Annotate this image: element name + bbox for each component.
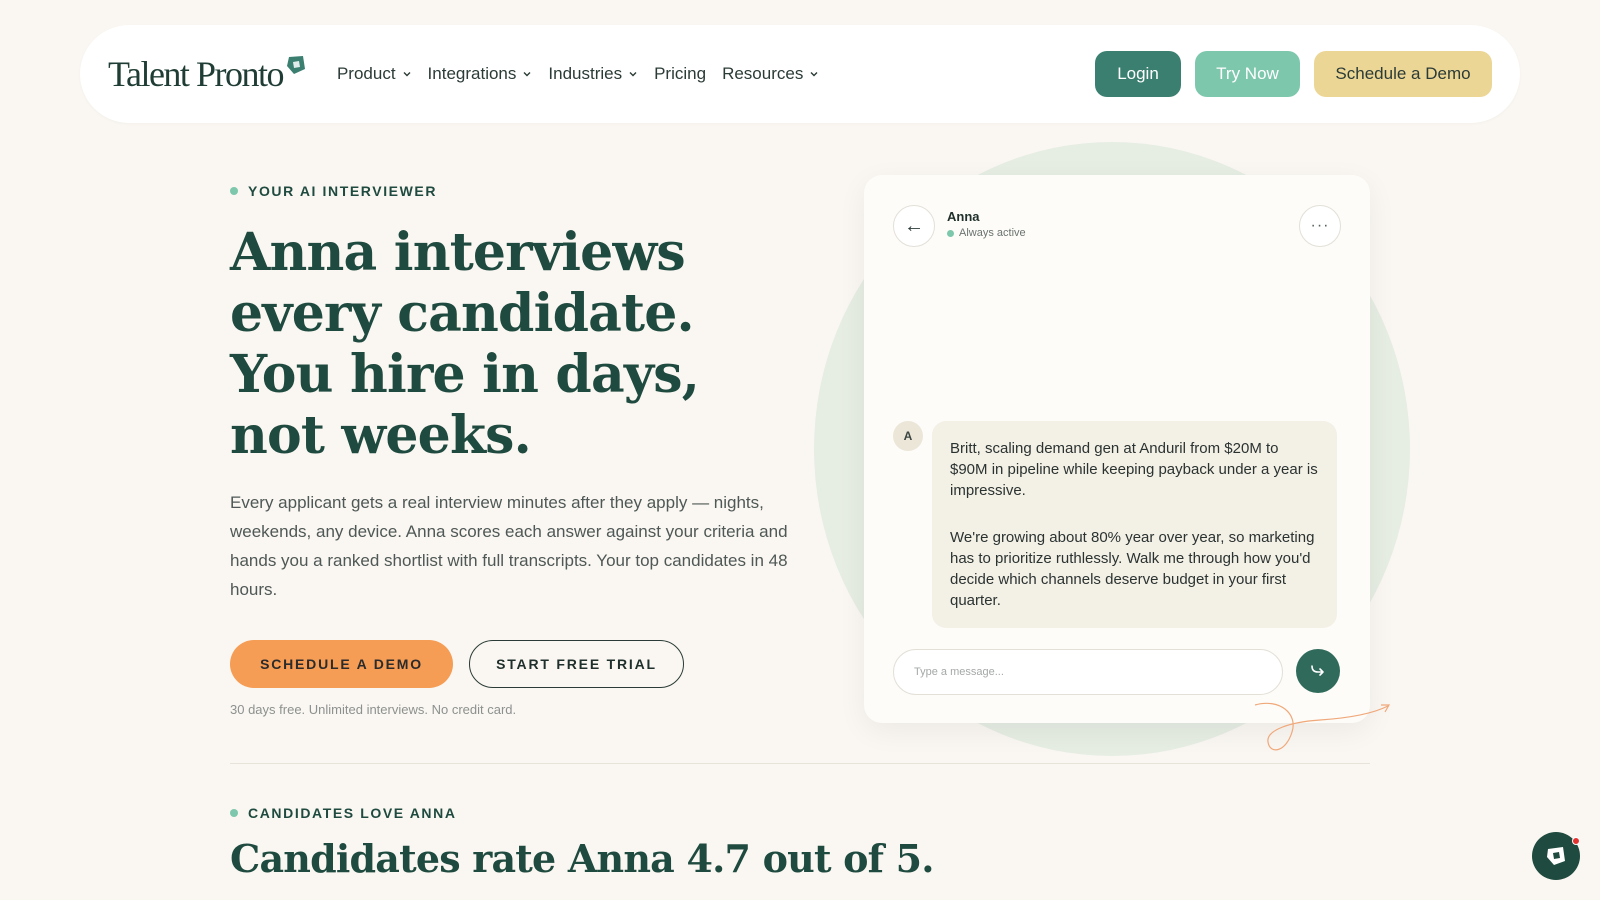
- menu-item-resources[interactable]: Resources: [722, 64, 819, 84]
- chat-launcher-icon: [1547, 847, 1565, 865]
- eyebrow-dot: [230, 809, 238, 817]
- menu-item-integrations[interactable]: Integrations: [428, 64, 533, 84]
- message-input[interactable]: [893, 649, 1283, 695]
- chevron-down-icon: [810, 72, 818, 77]
- arrow-left-icon[interactable]: ←: [893, 205, 935, 247]
- chat-message-bubble: Britt, scaling demand gen at Anduril fro…: [932, 421, 1337, 628]
- nav-actions: Login Try Now Schedule a Demo: [1095, 51, 1492, 97]
- chevron-down-icon: [629, 72, 637, 77]
- try-now-button[interactable]: Try Now: [1195, 51, 1300, 97]
- hero-title: Anna interviews every candidate. You hir…: [230, 222, 700, 466]
- chat-message: We're growing about 80% year over year, …: [950, 529, 1315, 609]
- menu-item-pricing[interactable]: Pricing: [654, 64, 706, 84]
- login-button[interactable]: Login: [1095, 51, 1181, 97]
- chat-contact-status: Always active: [947, 227, 1026, 239]
- top-nav: Talent Pronto Product Integrations Indus…: [80, 25, 1520, 123]
- start-free-trial-button[interactable]: START FREE TRIAL: [469, 640, 684, 688]
- logo[interactable]: Talent Pronto: [108, 53, 307, 95]
- reviews-eyebrow: CANDIDATES LOVE ANNA: [230, 805, 457, 821]
- logo-text: Talent Pronto: [108, 54, 284, 94]
- more-dots-icon[interactable]: ···: [1299, 205, 1341, 247]
- chat-message: Britt, scaling demand gen at Anduril fro…: [950, 440, 1318, 499]
- send-button[interactable]: [1296, 649, 1340, 693]
- hero-cta-row: SCHEDULE A DEMO START FREE TRIAL: [230, 640, 684, 688]
- send-arrow-icon: [1311, 665, 1324, 676]
- hero-eyebrow: YOUR AI INTERVIEWER: [230, 183, 437, 199]
- hero-description: Every applicant gets a real interview mi…: [230, 493, 788, 599]
- schedule-demo-nav-button[interactable]: Schedule a Demo: [1314, 51, 1492, 97]
- main-menu: Product Integrations Industries Pricing …: [337, 64, 819, 84]
- chat-window: ← Anna Always active ··· A Britt, scalin…: [864, 175, 1370, 723]
- chat-contact-name: Anna: [947, 209, 980, 224]
- chevron-down-icon: [523, 72, 531, 77]
- menu-item-industries[interactable]: Industries: [548, 64, 638, 84]
- menu-item-product[interactable]: Product: [337, 64, 412, 84]
- online-status-icon: [947, 229, 954, 237]
- notification-badge: [1572, 837, 1580, 845]
- reviews-title: Candidates rate Anna 4.7 out of 5.: [230, 836, 935, 881]
- chevron-down-icon: [403, 72, 411, 77]
- schedule-demo-button[interactable]: SCHEDULE A DEMO: [230, 640, 453, 688]
- trial-fineprint: 30 days free. Unlimited interviews. No c…: [230, 702, 517, 717]
- avatar: A: [893, 421, 923, 451]
- logo-mark-icon: [286, 56, 305, 74]
- section-divider: [230, 763, 1370, 764]
- decorative-squiggle: [1254, 702, 1391, 751]
- eyebrow-dot: [230, 187, 238, 195]
